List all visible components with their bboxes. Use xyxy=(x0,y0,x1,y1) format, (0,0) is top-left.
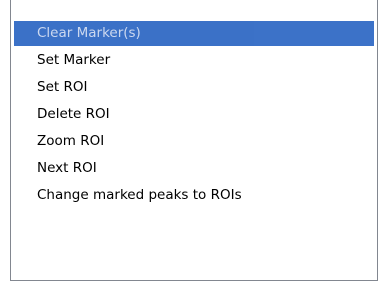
menu-item-label: Next ROI xyxy=(37,160,97,176)
menu-item-delete-roi[interactable]: Delete ROI xyxy=(14,102,374,127)
menu-item-set-roi[interactable]: Set ROI xyxy=(14,75,374,100)
menu-item-label: Set ROI xyxy=(37,79,88,95)
menu-item-label: Change marked peaks to ROIs xyxy=(37,187,242,203)
menu-item-change-peaks-to-rois[interactable]: Change marked peaks to ROIs xyxy=(14,183,374,208)
menu-item-label: Clear Marker(s) xyxy=(37,25,141,41)
context-menu: Clear Marker(s) Set Marker Set ROI Delet… xyxy=(10,0,378,281)
menu-item-set-marker[interactable]: Set Marker xyxy=(14,48,374,73)
menu-item-label: Set Marker xyxy=(37,52,111,68)
menu-item-next-roi[interactable]: Next ROI xyxy=(14,156,374,181)
menu-item-label: Delete ROI xyxy=(37,106,110,122)
menu-item-clear-markers[interactable]: Clear Marker(s) xyxy=(14,21,374,46)
menu-item-label: Zoom ROI xyxy=(37,133,105,149)
menu-item-zoom-roi[interactable]: Zoom ROI xyxy=(14,129,374,154)
